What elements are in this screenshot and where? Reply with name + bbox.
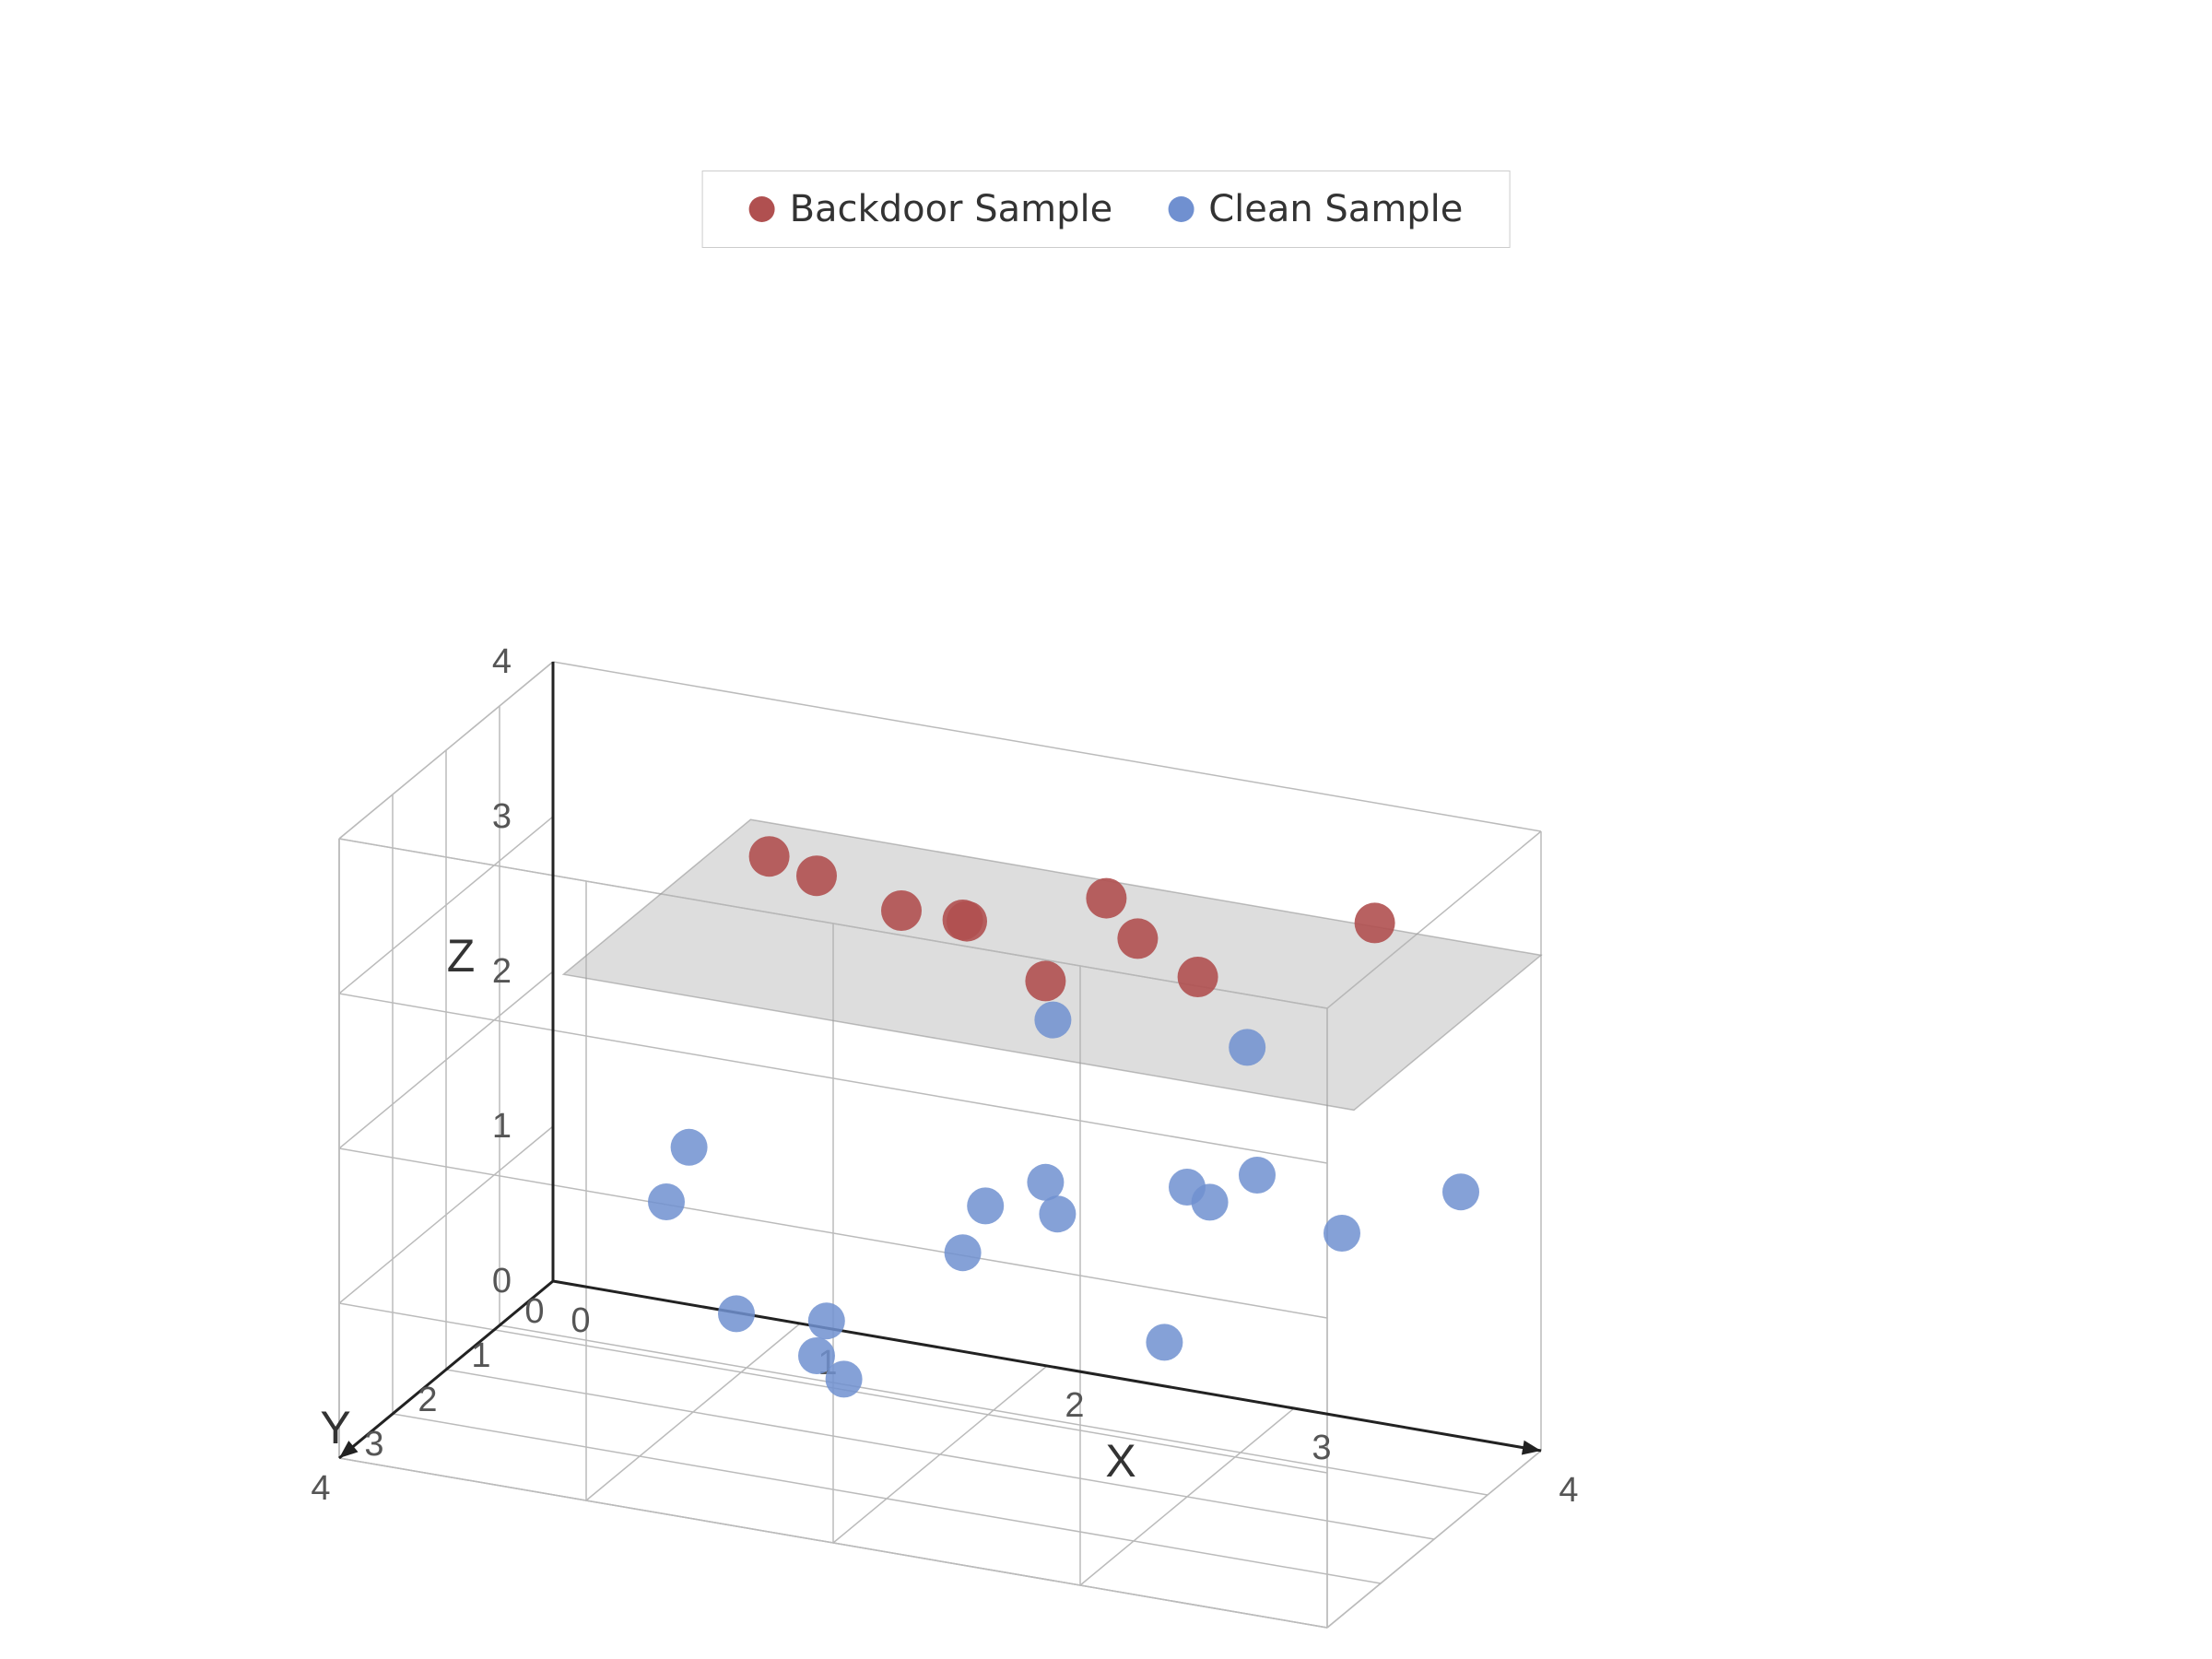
clean-sample-dot [798,1337,835,1374]
svg-text:1: 1 [471,1336,490,1375]
backdoor-sample-dot [881,890,922,931]
clean-sample-dot [808,1302,845,1339]
clean-sample-dot [1034,1002,1071,1039]
clean-sample-dot [1324,1215,1360,1252]
svg-text:2: 2 [492,952,512,991]
backdoor-sample-dot [796,855,837,896]
backdoor-sample-dot [1025,960,1065,1001]
svg-text:X: X [1105,1435,1135,1487]
clean-sample-dot [718,1295,755,1332]
backdoor-sample-dot [943,900,983,940]
backdoor-sample-dot [1355,902,1395,943]
clean-sample-dot [1192,1183,1229,1220]
clean-sample-dot [967,1187,1004,1224]
svg-text:3: 3 [364,1425,383,1464]
3d-plot: .grid-line { stroke: #bbbbbb; stroke-wid… [0,0,2212,1659]
clean-sample-dot [1239,1157,1276,1194]
svg-text:3: 3 [1312,1429,1331,1467]
svg-text:3: 3 [492,797,512,836]
svg-text:Z: Z [447,930,476,982]
clean-sample-dot [1039,1195,1076,1232]
svg-text:4: 4 [1559,1471,1578,1510]
backdoor-sample-dot [1086,878,1126,919]
svg-text:2: 2 [418,1381,437,1419]
svg-text:2: 2 [1065,1386,1084,1425]
svg-text:0: 0 [571,1301,590,1340]
backdoor-sample-dot [1117,918,1158,959]
clean-sample-dot [1442,1173,1479,1210]
clean-sample-dot [1027,1164,1064,1201]
svg-text:0: 0 [524,1292,544,1331]
clean-sample-dot [648,1183,685,1220]
svg-text:Y: Y [320,1402,350,1453]
clean-sample-dot [1146,1324,1182,1360]
backdoor-sample-dot [749,836,790,877]
chart-container: Backdoor Sample Clean Sample .grid-line … [0,0,2212,1659]
svg-text:1: 1 [492,1107,512,1146]
clean-sample-dot [945,1234,982,1271]
svg-text:0: 0 [492,1262,512,1300]
clean-sample-dot [1229,1029,1265,1065]
clean-sample-dot [671,1129,708,1166]
svg-text:4: 4 [492,642,512,681]
backdoor-sample-dot [1178,957,1218,997]
svg-text:4: 4 [311,1469,330,1508]
